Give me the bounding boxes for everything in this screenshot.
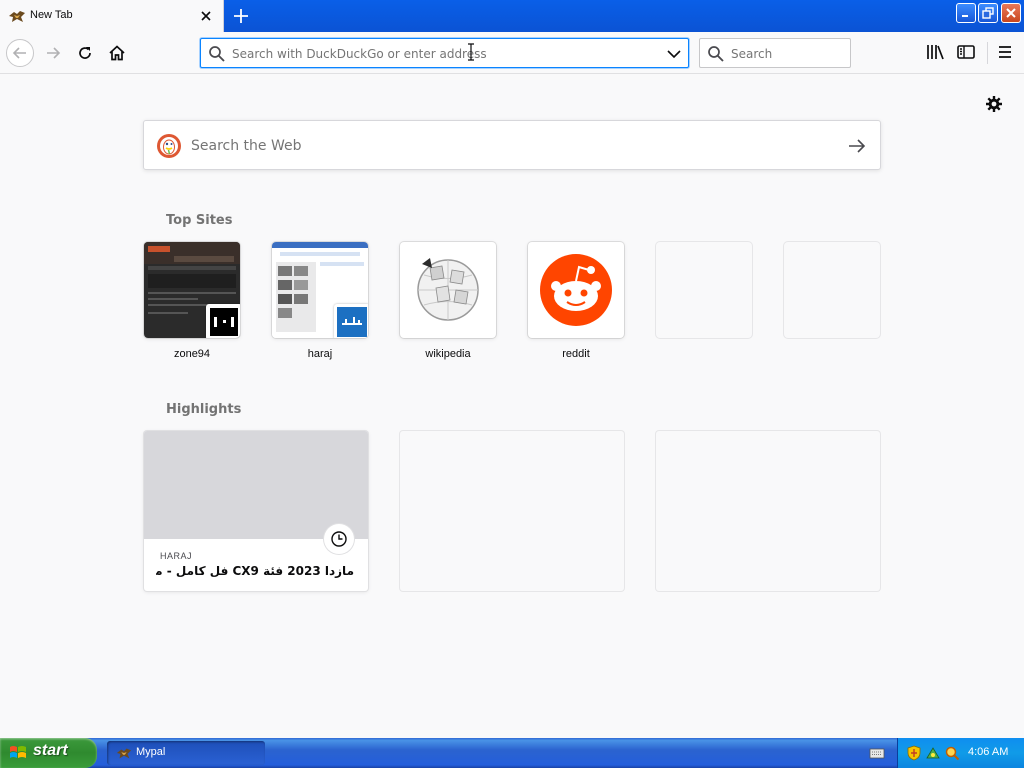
top-site-reddit[interactable]: reddit <box>528 242 624 360</box>
home-icon <box>109 45 125 61</box>
top-site-empty-slot <box>784 242 880 338</box>
highlight-source: HARAJ <box>160 551 193 561</box>
site-label: haraj <box>307 348 333 360</box>
reddit-logo-icon <box>540 254 612 326</box>
site-thumbnail <box>144 242 240 338</box>
start-button[interactable]: start <box>0 738 97 768</box>
search-icon <box>708 46 724 62</box>
forward-arrow-icon <box>47 47 61 59</box>
mypal-icon <box>9 11 25 22</box>
wikipedia-globe-icon <box>417 258 479 321</box>
gear-icon[interactable] <box>984 94 1004 114</box>
url-bar[interactable] <box>200 38 689 68</box>
title-bar: New Tab <box>0 0 1024 33</box>
taskbar-item-label: Mypal <box>136 746 166 758</box>
haraj-favicon <box>334 304 368 338</box>
forward-button[interactable] <box>40 40 66 66</box>
highlights-heading: Highlights <box>166 402 242 417</box>
tab-new-tab[interactable]: New Tab <box>0 0 224 33</box>
top-site-wikipedia[interactable]: wikipedia <box>400 242 496 360</box>
chevron-down-icon[interactable] <box>666 47 682 61</box>
minimize-button[interactable] <box>956 3 976 23</box>
back-button[interactable] <box>6 39 34 67</box>
navigation-toolbar <box>0 32 1024 74</box>
start-label: start <box>33 742 68 759</box>
home-button[interactable] <box>104 40 130 66</box>
highlight-title: مازدا 2023 فئة CX9 فل كامل - موقع ... <box>156 564 354 578</box>
highlight-image-placeholder <box>144 431 368 539</box>
text-cursor-icon <box>468 43 474 61</box>
clock: 4:06 AM <box>968 746 1009 758</box>
site-label: zone94 <box>173 348 211 360</box>
reload-button[interactable] <box>72 40 98 66</box>
network-icon[interactable] <box>925 745 941 761</box>
web-search-box[interactable] <box>143 120 881 170</box>
taskbar: start Mypal 4:06 AM <box>0 738 1024 768</box>
top-site-haraj[interactable]: haraj <box>272 242 368 360</box>
highlight-type-badge <box>324 524 354 554</box>
site-thumbnail <box>528 242 624 338</box>
empty-site-tile <box>656 242 752 338</box>
haraj-logo-icon <box>337 307 367 337</box>
reload-icon <box>79 47 91 59</box>
tab-title: New Tab <box>30 9 73 21</box>
restore-icon <box>982 7 994 19</box>
mypal-icon <box>116 748 132 759</box>
clock-icon <box>331 531 347 547</box>
library-icon[interactable] <box>924 41 946 63</box>
back-arrow-icon <box>12 47 26 59</box>
duckduckgo-logo-icon <box>157 134 181 158</box>
top-sites-heading: Top Sites <box>166 213 233 228</box>
close-tab-icon[interactable] <box>198 8 214 24</box>
new-tab-plus-icon[interactable] <box>230 5 252 27</box>
sidebar-icon[interactable] <box>955 41 977 63</box>
site-thumbnail <box>272 242 368 338</box>
top-site-zone94[interactable]: zone94 <box>144 242 240 360</box>
restore-button[interactable] <box>978 3 998 23</box>
hamburger-menu-icon[interactable] <box>994 41 1016 63</box>
system-tray: 4:06 AM <box>897 738 1024 768</box>
close-icon <box>1006 8 1016 18</box>
security-shield-icon[interactable] <box>906 745 922 761</box>
pong-icon <box>210 308 238 336</box>
empty-site-tile <box>784 242 880 338</box>
close-window-button[interactable] <box>1001 3 1021 23</box>
taskbar-item-mypal[interactable]: Mypal <box>107 741 265 765</box>
url-input[interactable] <box>232 45 652 63</box>
toolbar-separator <box>987 42 988 64</box>
site-thumbnail <box>400 242 496 338</box>
minimize-icon <box>962 15 968 17</box>
search-input[interactable] <box>731 45 841 63</box>
arrow-right-icon[interactable] <box>846 135 868 157</box>
search-icon <box>209 46 225 62</box>
highlight-card[interactable]: HARAJ مازدا 2023 فئة CX9 فل كامل - موقع … <box>144 431 368 591</box>
search-bar[interactable] <box>699 38 851 68</box>
search-icon[interactable] <box>944 745 960 761</box>
zone94-favicon <box>206 304 240 338</box>
site-label: wikipedia <box>425 348 471 360</box>
keyboard-icon[interactable] <box>869 746 885 760</box>
windows-logo-icon <box>10 746 26 758</box>
highlight-empty-slot <box>656 431 880 591</box>
highlight-empty-slot <box>400 431 624 591</box>
web-search-input[interactable] <box>191 135 811 157</box>
site-label: reddit <box>562 348 590 360</box>
top-site-empty-slot <box>656 242 752 338</box>
